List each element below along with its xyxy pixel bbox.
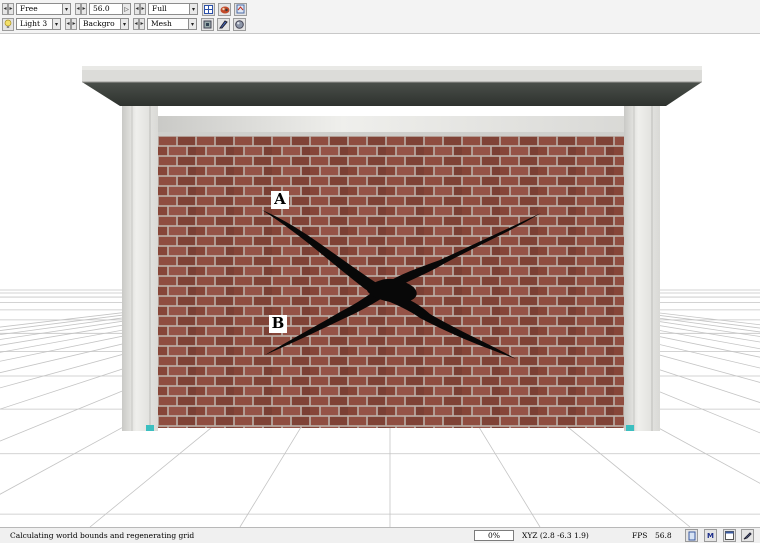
window-icon[interactable] xyxy=(723,529,736,542)
m-toggle-icon[interactable]: M xyxy=(704,529,717,542)
lightbulb-icon[interactable] xyxy=(2,17,14,31)
scene-canvas xyxy=(0,66,760,527)
toolbar-row-2: Light 3 ▾ ◂ ▸ Backgro ▾ ◂ ▸ Mesh ▾ xyxy=(2,17,249,31)
background-select[interactable]: Backgro xyxy=(79,18,121,30)
render-status-icon[interactable] xyxy=(685,529,698,542)
render-mode-select[interactable]: Mesh xyxy=(147,18,189,30)
light-select[interactable]: Light 3 xyxy=(16,18,53,30)
right-column xyxy=(624,106,660,431)
status-message: Calculating world bounds and regeneratin… xyxy=(10,531,195,540)
fps-label: FPS xyxy=(632,531,648,540)
sphere-icon[interactable] xyxy=(233,17,246,31)
view-mode-select[interactable]: Full xyxy=(148,3,190,15)
fov-input[interactable]: 56.0 xyxy=(89,3,123,15)
chevron-down-icon[interactable]: ▾ xyxy=(189,18,197,30)
label-a: A xyxy=(271,191,289,209)
toolbar-row-1: ◂ ▸ Free ▾ ◂ ▸ 56.0 ▷ ◂ ▸ Full ▾ xyxy=(2,2,250,16)
object-view-icon[interactable] xyxy=(201,17,214,31)
fov-spinner[interactable]: ◂ ▸ xyxy=(75,3,87,15)
3d-viewport[interactable]: A B xyxy=(0,34,760,527)
status-bar: Calculating world bounds and regeneratin… xyxy=(0,527,760,543)
fps-value: 56.8 xyxy=(655,531,672,540)
settings-icon[interactable] xyxy=(741,529,754,542)
arrow-right-icon[interactable]: ▸ xyxy=(140,3,146,15)
paint-icon[interactable] xyxy=(217,17,230,31)
building-model xyxy=(82,66,702,431)
progress-indicator: 0% xyxy=(474,530,514,541)
render-mode-spinner[interactable]: ◂ ▸ xyxy=(133,18,145,30)
left-column xyxy=(122,106,158,431)
view-mode-spinner[interactable]: ◂ ▸ xyxy=(134,3,146,15)
arrow-right-icon[interactable]: ▸ xyxy=(71,18,77,30)
label-b: B xyxy=(269,315,287,333)
render-settings-icon[interactable] xyxy=(218,2,231,16)
grid-view-icon[interactable] xyxy=(202,2,215,16)
chevron-down-icon[interactable]: ▾ xyxy=(190,3,198,15)
chevron-down-icon[interactable]: ▾ xyxy=(63,3,71,15)
fov-play-icon[interactable]: ▷ xyxy=(123,3,131,15)
camera-mode-select[interactable]: Free xyxy=(16,3,63,15)
chevron-down-icon[interactable]: ▾ xyxy=(53,18,61,30)
arrow-right-icon[interactable]: ▸ xyxy=(81,3,87,15)
chevron-down-icon[interactable]: ▾ xyxy=(121,18,129,30)
camera-mode-spinner[interactable]: ◂ ▸ xyxy=(2,3,14,15)
coordinates-readout: XYZ (2.8 -6.3 1.9) xyxy=(522,531,589,540)
background-spinner[interactable]: ◂ ▸ xyxy=(65,18,77,30)
toolbar: ◂ ▸ Free ▾ ◂ ▸ 56.0 ▷ ◂ ▸ Full ▾ Light 3 ▾ … xyxy=(0,0,760,34)
arrow-right-icon[interactable]: ▸ xyxy=(8,3,14,15)
arrow-right-icon[interactable]: ▸ xyxy=(139,18,145,30)
export-icon[interactable] xyxy=(234,2,247,16)
